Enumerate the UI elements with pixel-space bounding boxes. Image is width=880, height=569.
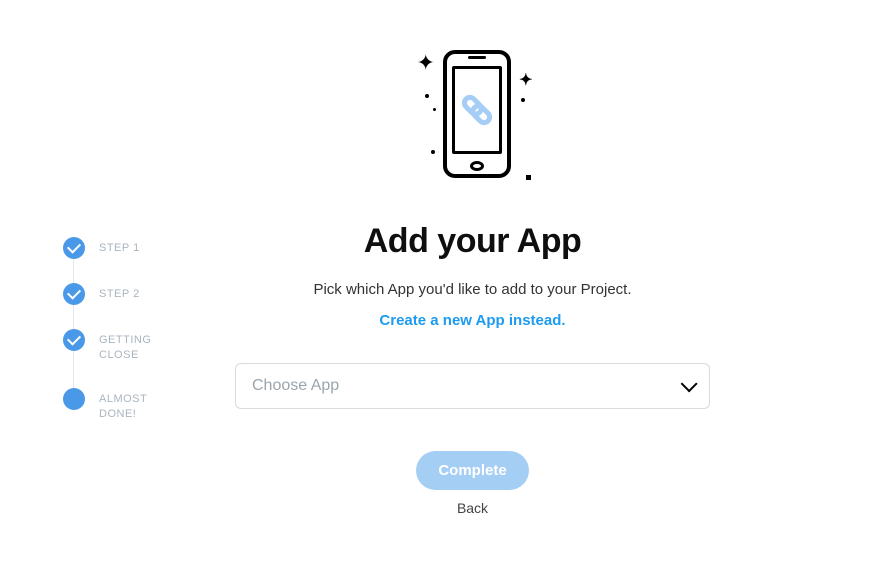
step-label: STEP 2	[99, 283, 140, 302]
step-label: STEP 1	[99, 237, 140, 256]
page-heading: Add your App	[364, 222, 582, 261]
step-label: ALMOST DONE!	[99, 388, 183, 423]
step-label: GETTING CLOSE	[99, 329, 183, 364]
phone-link-illustration: ✦ ✦	[393, 40, 553, 200]
check-icon	[63, 329, 85, 351]
choose-app-dropdown[interactable]: Choose App	[235, 363, 710, 409]
dropdown-placeholder: Choose App	[252, 377, 339, 395]
step-4: ALMOST DONE!	[63, 388, 183, 423]
step-3: GETTING CLOSE	[63, 329, 183, 388]
phone-icon	[443, 50, 511, 178]
progress-stepper: STEP 1 STEP 2 GETTING CLOSE ALMOST DONE!	[63, 237, 183, 423]
check-icon	[63, 283, 85, 305]
check-icon	[63, 237, 85, 259]
sparkle-icon: ✦	[417, 50, 435, 76]
chevron-down-icon	[681, 375, 698, 392]
complete-button[interactable]: Complete	[416, 451, 528, 490]
current-step-icon	[63, 388, 85, 410]
page-subtext: Pick which App you'd like to add to your…	[313, 281, 631, 298]
step-2: STEP 2	[63, 283, 183, 329]
plus-icon: ✦	[519, 70, 532, 90]
back-button[interactable]: Back	[457, 500, 488, 516]
create-new-app-link[interactable]: Create a new App instead.	[379, 312, 565, 329]
step-1: STEP 1	[63, 237, 183, 283]
main-content: ✦ ✦ Add your App Pick which App you'd li…	[235, 40, 710, 516]
link-icon	[455, 89, 497, 131]
